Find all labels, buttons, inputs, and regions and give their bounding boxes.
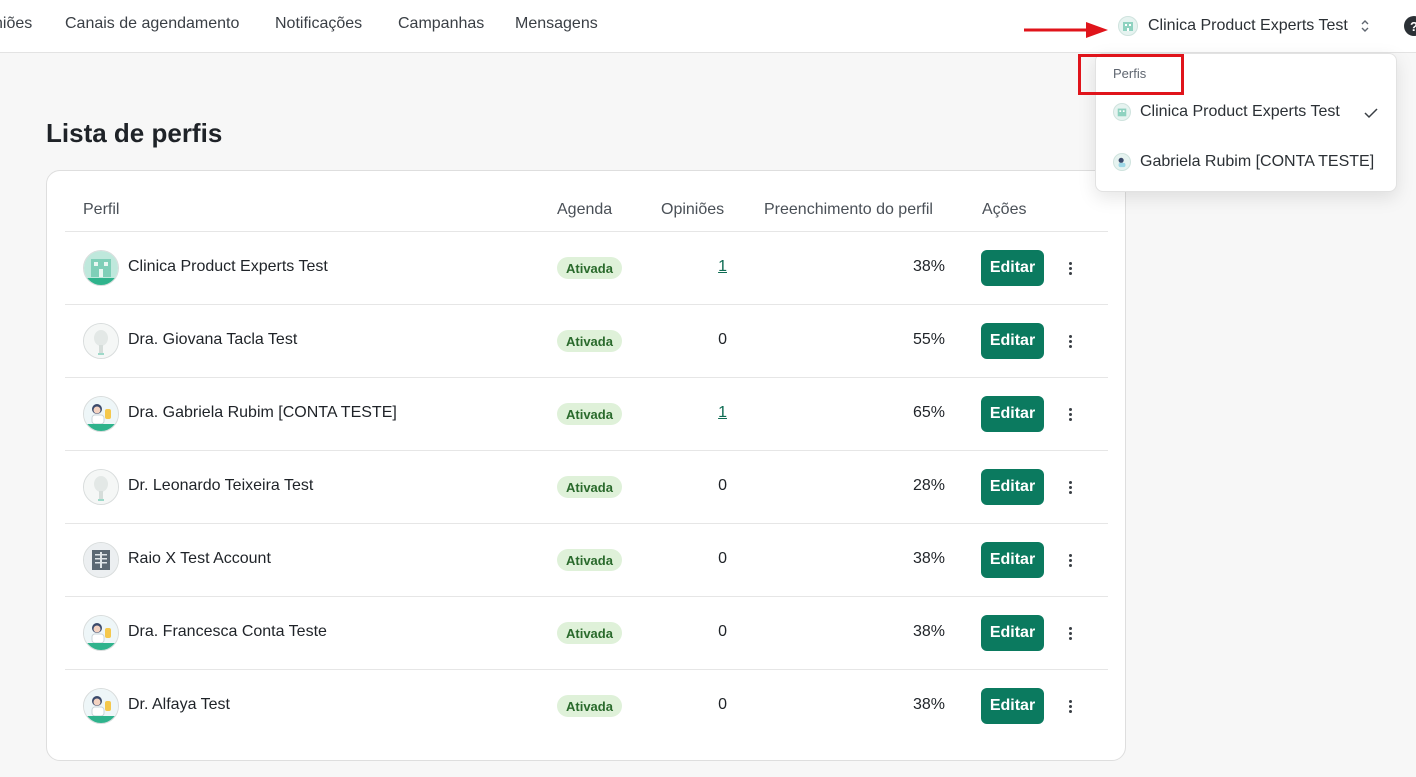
profile-completion: 28% [912,477,945,494]
more-options-icon[interactable] [1062,623,1078,643]
page-title: Lista de perfis [46,118,223,148]
agenda-status-badge: Ativada [557,622,622,644]
more-options-icon[interactable] [1062,696,1078,716]
doctor-avatar-icon [83,688,119,724]
table-row: Dra. Francesca Conta Teste Ativada 0 38% Edi… [65,596,1108,669]
annotation-arrow [1024,22,1108,38]
placeholder-avatar-icon [83,323,119,359]
table-row: Raio X Test Account Ativada 0 38% Editar [65,523,1108,596]
edit-button[interactable]: Editar [981,469,1044,505]
more-options-icon[interactable] [1062,258,1078,278]
nav-item-booking-channels[interactable]: Canais de agendamento [65,15,239,33]
help-icon[interactable]: ? [1404,16,1416,36]
profile-completion: 38% [912,258,945,275]
nav-item-messages[interactable]: Mensagens [515,15,598,33]
table-row: Dr. Alfaya Test Ativada 0 38% Editar [65,669,1108,742]
edit-button[interactable]: Editar [981,396,1044,432]
annotation-highlight-box [1078,54,1184,95]
doctor-avatar-icon [1113,153,1131,171]
doctor-avatar-icon [83,396,119,432]
profile-completion: 65% [912,404,945,421]
opinions-count: 0 [718,623,727,640]
xray-icon [83,542,119,578]
doctor-avatar-icon [83,615,119,651]
agenda-status-badge: Ativada [557,330,622,352]
opinions-count: 0 [718,550,727,567]
header-completion: Preenchimento do perfil [764,201,933,218]
agenda-status-badge: Ativada [557,403,622,425]
more-options-icon[interactable] [1062,550,1078,570]
check-icon [1364,108,1378,119]
clinic-avatar-icon [1118,16,1138,36]
current-account-name: Clinica Product Experts Test [1148,17,1348,34]
placeholder-avatar-icon [83,469,119,505]
agenda-status-badge: Ativada [557,549,622,571]
agenda-status-badge: Ativada [557,257,622,279]
header-opinions: Opiniões [661,201,725,218]
table-row: Dr. Leonardo Teixeira Test Ativada 0 28% Edi… [65,450,1108,523]
more-options-icon[interactable] [1062,331,1078,351]
table-row: Dra. Giovana Tacla Test Ativada 0 55% Editar [65,304,1108,377]
agenda-status-badge: Ativada [557,476,622,498]
profile-completion: 55% [912,331,945,348]
table-row: Dra. Gabriela Rubim [CONTA TESTE] Ativada… [65,377,1108,450]
clinic-building-icon [83,250,119,286]
profile-name: Dra. Giovana Tacla Test [128,331,298,348]
edit-button[interactable]: Editar [981,615,1044,651]
profile-name: Dr. Leonardo Teixeira Test [128,477,314,494]
more-options-icon[interactable] [1062,404,1078,424]
more-options-icon[interactable] [1062,477,1078,497]
opinions-count: 0 [718,331,727,348]
clinic-avatar-icon [1113,103,1131,121]
opinions-count: 0 [718,477,727,494]
header-profile: Perfil [83,201,120,218]
profile-name: Raio X Test Account [128,550,271,567]
dropdown-item-label: Gabriela Rubim [CONTA TESTE] [1140,153,1375,170]
chevron-updown-icon [1361,20,1369,32]
opinions-count[interactable]: 1 [665,258,727,276]
nav-item-notifications[interactable]: Notificações [275,15,362,33]
nav-item-campaigns[interactable]: Campanhas [398,15,484,33]
header-agenda: Agenda [557,201,613,218]
opinions-count: 0 [718,696,727,713]
dropdown-item-gabriela[interactable]: Gabriela Rubim [CONTA TESTE] [1113,150,1374,174]
account-switcher[interactable]: Clinica Product Experts Test [1118,11,1370,41]
profile-completion: 38% [912,550,945,567]
profile-name: Clinica Product Experts Test [128,258,328,275]
agenda-status-badge: Ativada [557,695,622,717]
table-row: Clinica Product Experts Test Ativada 1 38% E… [65,231,1108,304]
profile-name: Dra. Gabriela Rubim [CONTA TESTE] [128,404,397,421]
edit-button[interactable]: Editar [981,323,1044,359]
profile-name: Dra. Francesca Conta Teste [128,623,327,640]
profiles-table: Perfil Agenda Opiniões Preenchimento do … [46,170,1126,761]
top-nav: niões Canais de agendamento Notificações… [0,0,1416,53]
opinions-count[interactable]: 1 [665,404,727,422]
edit-button[interactable]: Editar [981,542,1044,578]
edit-button[interactable]: Editar [981,688,1044,724]
dropdown-item-clinic[interactable]: Clinica Product Experts Test [1113,100,1340,124]
profile-completion: 38% [912,696,945,713]
profile-completion: 38% [912,623,945,640]
header-actions: Ações [982,201,1027,218]
dropdown-item-label: Clinica Product Experts Test [1140,103,1340,120]
nav-item-opinions[interactable]: niões [0,15,32,33]
profile-name: Dr. Alfaya Test [128,696,230,713]
edit-button[interactable]: Editar [981,250,1044,286]
